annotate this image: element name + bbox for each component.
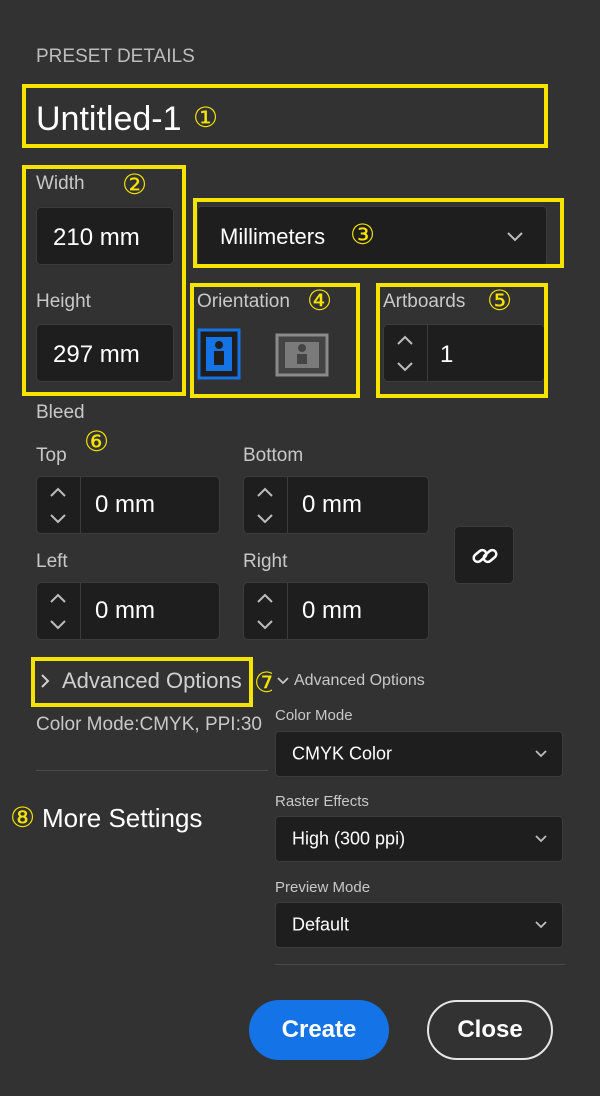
bleed-left-stepper[interactable]: 0 mm: [36, 582, 220, 640]
advanced-summary: Color Mode:CMYK, PPI:30: [36, 714, 262, 735]
bleed-right-arrows[interactable]: [244, 583, 288, 639]
preview-mode-label: Preview Mode: [275, 879, 371, 896]
preview-mode-select[interactable]: Default: [275, 902, 563, 948]
bleed-top-label: Top: [36, 445, 67, 466]
bleed-bottom-value: 0 mm: [302, 491, 362, 518]
link-bleed-button[interactable]: [454, 526, 514, 584]
chevron-down-icon: [277, 677, 289, 685]
highlight-box-3: [193, 198, 564, 268]
chevron-down-icon: [535, 835, 547, 843]
arrow-down-icon: [50, 620, 66, 630]
arrow-up-icon: [257, 593, 273, 603]
raster-effects-label: Raster Effects: [275, 793, 369, 810]
panel-title: Advanced Options: [294, 672, 425, 689]
bleed-left-value: 0 mm: [95, 597, 155, 624]
bleed-right-value: 0 mm: [302, 597, 362, 624]
highlight-box-1: [22, 84, 548, 148]
color-mode-select[interactable]: CMYK Color: [275, 731, 563, 777]
arrow-up-icon: [50, 487, 66, 497]
annotation-5: ⑤: [487, 284, 513, 317]
bleed-left-label: Left: [36, 551, 68, 572]
bleed-left-arrows[interactable]: [37, 583, 81, 639]
link-icon: [472, 548, 498, 564]
bleed-top-value: 0 mm: [95, 491, 155, 518]
bleed-right-stepper[interactable]: 0 mm: [243, 582, 429, 640]
arrow-down-icon: [50, 514, 66, 524]
raster-effects-value: High (300 ppi): [292, 828, 406, 849]
highlight-box-2: [22, 165, 186, 396]
annotation-1: ①: [193, 101, 219, 134]
annotation-4: ④: [307, 284, 333, 317]
arrow-up-icon: [257, 487, 273, 497]
advanced-options-panel: Advanced Options Color Mode CMYK Color R…: [272, 667, 572, 969]
create-button[interactable]: Create: [249, 1000, 389, 1060]
bleed-bottom-label: Bottom: [243, 445, 304, 466]
more-settings-button[interactable]: More Settings: [42, 803, 202, 834]
arrow-down-icon: [257, 620, 273, 630]
bleed-bottom-arrows[interactable]: [244, 477, 288, 533]
bleed-top-stepper[interactable]: 0 mm: [36, 476, 220, 534]
close-button[interactable]: Close: [427, 1000, 553, 1060]
annotation-8: ⑧: [10, 801, 36, 834]
highlight-box-7: [31, 657, 253, 707]
highlight-box-4: [190, 283, 360, 398]
bleed-label: Bleed: [36, 402, 85, 423]
bleed-top-arrows[interactable]: [37, 477, 81, 533]
section-title: PRESET DETAILS: [36, 46, 195, 67]
color-mode-label: Color Mode: [275, 707, 353, 724]
arrow-down-icon: [257, 514, 273, 524]
chevron-down-icon: [535, 750, 547, 758]
chevron-down-icon: [535, 921, 547, 929]
annotation-3: ③: [350, 218, 376, 251]
bleed-bottom-stepper[interactable]: 0 mm: [243, 476, 429, 534]
annotation-6: ⑥: [84, 425, 110, 458]
panel-divider: [275, 964, 565, 965]
divider: [36, 770, 268, 771]
bleed-right-label: Right: [243, 551, 288, 572]
color-mode-value: CMYK Color: [292, 743, 393, 764]
highlight-box-5: [376, 283, 548, 398]
raster-effects-select[interactable]: High (300 ppi): [275, 816, 563, 862]
preview-mode-value: Default: [292, 914, 350, 935]
annotation-2: ②: [122, 168, 148, 201]
arrow-up-icon: [50, 593, 66, 603]
